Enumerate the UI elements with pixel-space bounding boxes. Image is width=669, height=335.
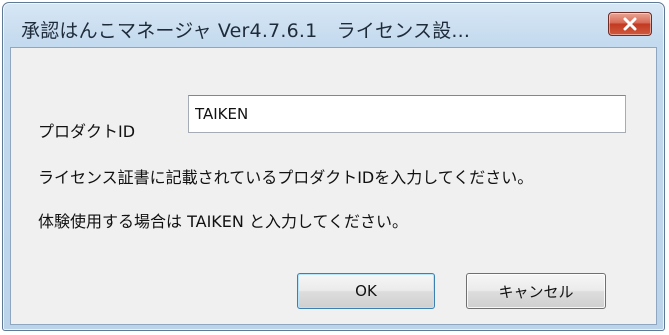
dialog-content: プロダクトID ライセンス証書に記載されているプロダクトIDを入力してください。… [10,47,657,325]
instruction-text-2: 体験使用する場合は TAIKEN と入力してください。 [38,212,408,231]
product-id-label: プロダクトID [38,122,136,141]
ok-button[interactable]: OK [297,273,435,309]
product-id-input[interactable] [188,95,626,133]
license-dialog: 承認はんこマネージャ Ver4.7.6.1 ライセンス設... プロダクトID … [2,2,665,331]
close-button[interactable] [608,12,652,36]
close-icon [622,17,638,31]
cancel-button[interactable]: キャンセル [466,273,606,309]
instruction-text-1: ライセンス証書に記載されているプロダクトIDを入力してください。 [38,168,534,187]
window-title: 承認はんこマネージャ Ver4.7.6.1 ライセンス設... [21,20,471,42]
